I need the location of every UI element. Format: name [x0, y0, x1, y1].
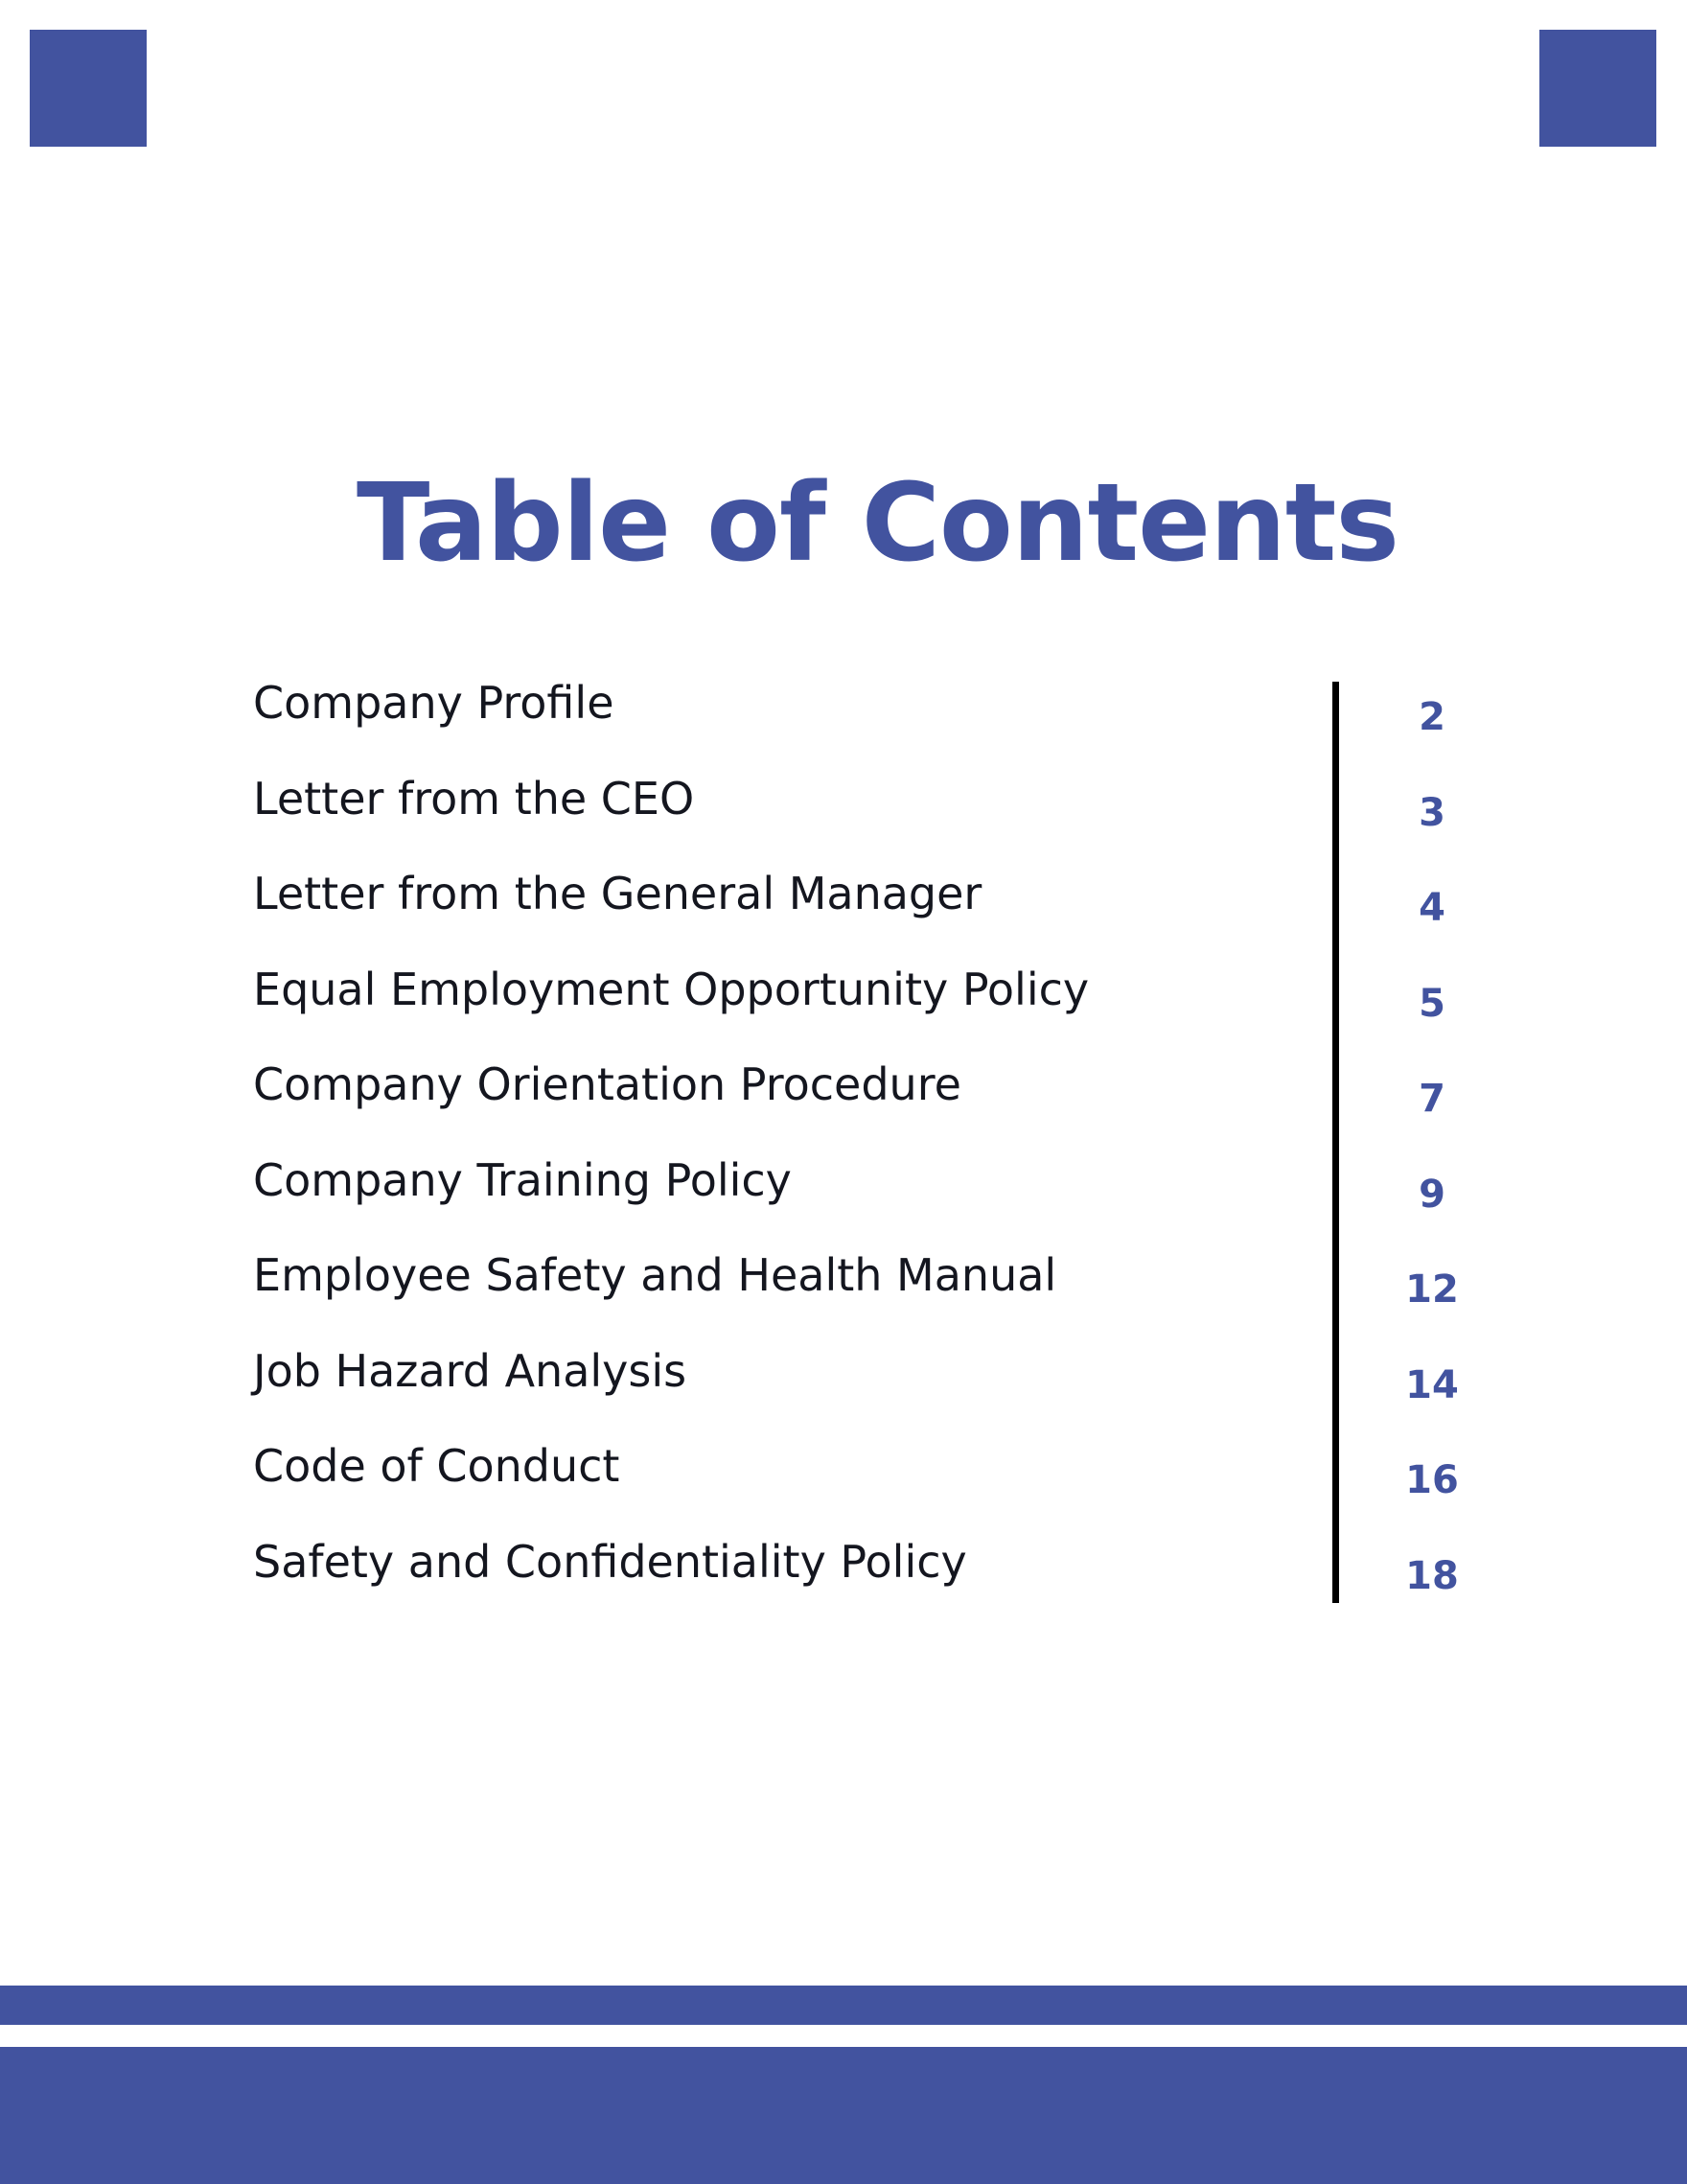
- toc-entry-page-number: 4: [1419, 886, 1445, 930]
- toc-entry[interactable]: Equal Employment Opportunity Policy 5: [253, 960, 1490, 1056]
- toc-entry-page-number: 3: [1419, 790, 1445, 835]
- toc-entry[interactable]: Job Hazard Analysis 14: [253, 1341, 1490, 1437]
- toc-entry-label: Equal Employment Opportunity Policy: [253, 963, 1090, 1015]
- toc-entry-label: Letter from the CEO: [253, 772, 695, 825]
- toc-entry-label: Safety and Confidentiality Policy: [253, 1535, 967, 1588]
- toc-entry-label: Job Hazard Analysis: [253, 1344, 687, 1397]
- footer-accent-bar-thin: [0, 1986, 1687, 2025]
- toc-entry[interactable]: Letter from the General Manager 4: [253, 864, 1490, 960]
- toc-entry-page-number: 7: [1419, 1077, 1445, 1121]
- toc-entry-label: Company Profile: [253, 677, 614, 729]
- toc-entry-page-number: 12: [1405, 1267, 1459, 1312]
- table-of-contents-list: Company Profile 2 Letter from the CEO 3 …: [253, 673, 1490, 1627]
- document-page: Table of Contents Company Profile 2 Lett…: [0, 0, 1687, 2184]
- toc-entry[interactable]: Company Profile 2: [253, 673, 1490, 769]
- toc-entry[interactable]: Code of Conduct 16: [253, 1436, 1490, 1532]
- toc-entry-page-number: 5: [1419, 981, 1445, 1026]
- toc-entry[interactable]: Company Orientation Procedure 7: [253, 1055, 1490, 1150]
- footer-accent-bar-thick: [0, 2047, 1687, 2184]
- toc-entry-label: Code of Conduct: [253, 1440, 620, 1492]
- toc-entry-page-number: 16: [1405, 1458, 1459, 1502]
- toc-entry-page-number: 14: [1405, 1362, 1459, 1407]
- toc-entry-label: Employee Safety and Health Manual: [253, 1249, 1057, 1301]
- toc-entry[interactable]: Safety and Confidentiality Policy 18: [253, 1532, 1490, 1628]
- toc-entry-label: Company Training Policy: [253, 1153, 792, 1206]
- page-title: Table of Contents: [357, 461, 1399, 587]
- toc-entry[interactable]: Letter from the CEO 3: [253, 769, 1490, 865]
- toc-entry-page-number: 18: [1405, 1553, 1459, 1598]
- toc-entry-page-number: 9: [1419, 1172, 1445, 1217]
- toc-entry-label: Company Orientation Procedure: [253, 1058, 961, 1110]
- corner-decoration-top-left: [30, 30, 147, 147]
- toc-entry[interactable]: Company Training Policy 9: [253, 1150, 1490, 1246]
- corner-decoration-top-right: [1539, 30, 1656, 147]
- toc-entry[interactable]: Employee Safety and Health Manual 12: [253, 1245, 1490, 1341]
- toc-entry-page-number: 2: [1419, 695, 1445, 739]
- toc-entry-label: Letter from the General Manager: [253, 868, 982, 919]
